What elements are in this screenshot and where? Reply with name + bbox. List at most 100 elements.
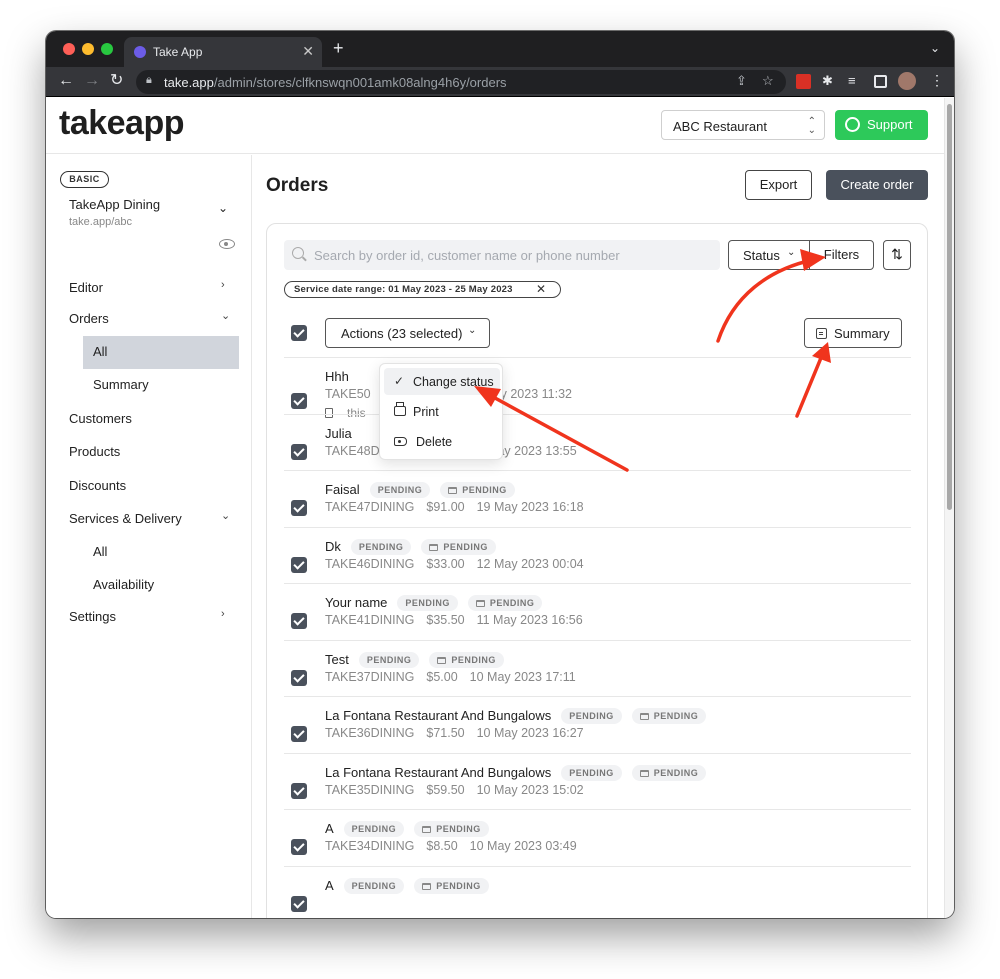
tab-favicon-icon <box>134 46 146 58</box>
order-row-header[interactable]: Faisal PENDING PENDING <box>325 482 515 498</box>
order-row-header[interactable]: Test PENDING PENDING <box>325 651 504 668</box>
store-select[interactable]: ABC Restaurant ⌃ ⌄ <box>661 110 825 140</box>
credit-card-icon <box>475 600 485 607</box>
print-menu-item[interactable]: Print <box>384 398 500 425</box>
url-text[interactable]: take.app/admin/stores/clfknswqn001amk08a… <box>164 75 507 90</box>
support-button[interactable]: Support <box>835 110 928 140</box>
search-box[interactable] <box>284 240 720 270</box>
payment-status-text: PENDING <box>653 767 699 778</box>
profile-avatar[interactable] <box>898 72 916 90</box>
order-checkbox[interactable] <box>291 726 307 742</box>
address-bar[interactable]: 🔒︎ take.app/admin/stores/clfknswqn001amk… <box>136 70 786 94</box>
customer-name[interactable]: La Fontana Restaurant And Bungalows <box>325 765 551 780</box>
sidebar-item-availability[interactable]: Availability <box>93 577 154 592</box>
order-meta: TAKE37DINING $5.00 10 May 2023 17:11 <box>325 670 588 684</box>
order-status-badge: PENDING <box>561 708 622 724</box>
customer-name[interactable]: Hhh <box>325 369 349 384</box>
reload-icon[interactable]: ↻ <box>110 72 123 90</box>
maximize-window-button[interactable] <box>101 43 113 55</box>
customer-name[interactable]: Test <box>325 652 349 667</box>
back-arrow-icon[interactable]: ← <box>58 72 74 90</box>
customer-name[interactable]: A <box>325 878 334 893</box>
bookmark-star-icon[interactable]: ☆ <box>762 73 774 89</box>
order-checkbox[interactable] <box>291 669 307 686</box>
minimize-window-button[interactable] <box>82 43 94 55</box>
actions-dropdown-button[interactable]: Actions (23 selected) ⌄ <box>325 318 490 348</box>
create-order-button[interactable]: Create order <box>826 170 928 200</box>
actions-label: Actions (23 selected) <box>341 326 463 341</box>
sidebar-item-products[interactable]: Products <box>69 444 120 459</box>
store-url[interactable]: take.app/abc <box>69 216 132 228</box>
close-window-button[interactable] <box>63 43 75 55</box>
takeapp-logo[interactable]: takeapp <box>59 104 185 143</box>
filters-button[interactable]: Filters <box>809 240 874 270</box>
sidebar-item-settings[interactable]: Settings <box>69 609 116 624</box>
sidebar-item-services[interactable]: Services & Delivery <box>69 511 182 526</box>
sidebar-item-services-all[interactable]: All <box>93 544 107 559</box>
search-input[interactable] <box>314 246 709 264</box>
order-checkbox[interactable] <box>291 443 307 460</box>
order-row-header[interactable]: Your name PENDING PENDING <box>325 595 543 611</box>
side-panel-icon[interactable] <box>874 75 887 88</box>
order-checkbox[interactable] <box>291 500 307 516</box>
app-header: takeapp ABC Restaurant ⌃ ⌄ Support <box>46 98 944 154</box>
preview-eye-icon[interactable] <box>219 239 235 249</box>
sort-icon[interactable]: ⇅ <box>883 240 911 270</box>
select-all-checkbox[interactable] <box>291 325 307 341</box>
puzzle-extensions-icon[interactable]: ✱ <box>822 73 837 88</box>
browser-tab-bar: Take App ✕ + ⌄ <box>46 31 954 67</box>
order-row-header[interactable]: La Fontana Restaurant And Bungalows PENDI… <box>325 708 707 724</box>
order-row-header[interactable]: La Fontana Restaurant And Bungalows PENDI… <box>325 764 707 781</box>
order-checkbox[interactable] <box>291 393 307 409</box>
check-icon: ✓ <box>394 374 405 388</box>
sidebar-item-orders-all[interactable]: All <box>93 344 107 359</box>
status-filter-button[interactable]: Status ⌄ <box>728 240 810 270</box>
payment-status-badge: PENDING <box>421 538 496 555</box>
store-name[interactable]: TakeApp Dining <box>69 197 160 212</box>
customer-name[interactable]: Julia <box>325 426 352 441</box>
order-row-header[interactable]: Dk PENDING PENDING <box>325 538 496 555</box>
scrollbar-thumb[interactable] <box>947 104 952 510</box>
payment-status-text: PENDING <box>443 541 488 552</box>
customer-name[interactable]: Faisal <box>325 482 360 497</box>
customer-name[interactable]: La Fontana Restaurant And Bungalows <box>325 708 551 723</box>
order-checkbox[interactable] <box>291 613 307 629</box>
page-scrollbar[interactable] <box>944 98 954 918</box>
order-checkbox[interactable] <box>291 782 307 799</box>
browser-window: Take App ✕ + ⌄ ← → ↻ 🔒︎ take.app/admin/s… <box>46 31 954 918</box>
export-button[interactable]: Export <box>745 170 812 200</box>
order-row-header[interactable]: A PENDING PENDING <box>325 821 489 837</box>
forward-arrow-icon[interactable]: → <box>84 72 100 90</box>
sidebar-item-orders[interactable]: Orders <box>69 311 109 326</box>
tab-list-chevron-icon[interactable]: ⌄ <box>930 41 940 55</box>
extension-icon[interactable] <box>796 74 811 89</box>
share-icon[interactable]: ⇪ <box>736 73 747 89</box>
order-row-header[interactable]: Hhh <box>325 369 349 384</box>
order-total: $35.50 <box>426 613 465 627</box>
order-row-header[interactable]: A PENDING PENDING <box>325 877 489 894</box>
browser-menu-icon[interactable]: ⋮ <box>930 72 945 88</box>
order-row-header[interactable]: Julia <box>325 426 352 441</box>
media-control-icon[interactable]: ≡ <box>848 73 863 88</box>
order-checkbox[interactable] <box>291 895 307 912</box>
order-checkbox[interactable] <box>291 839 307 855</box>
order-total: $91.00 <box>426 500 465 514</box>
customer-name[interactable]: Your name <box>325 595 387 610</box>
sidebar-item-customers[interactable]: Customers <box>69 411 132 426</box>
customer-name[interactable]: A <box>325 821 334 836</box>
tab-close-icon[interactable]: ✕ <box>302 43 314 60</box>
order-total: $59.50 <box>426 782 465 797</box>
sidebar-item-editor[interactable]: Editor <box>69 280 103 295</box>
summary-button[interactable]: Summary <box>804 318 902 348</box>
change-status-menu-item[interactable]: ✓ Change status <box>384 368 500 395</box>
new-tab-button[interactable]: + <box>333 39 344 57</box>
sidebar-item-orders-summary[interactable]: Summary <box>93 377 149 392</box>
store-switch-chevron-icon[interactable]: ⌄ <box>218 201 228 215</box>
order-checkbox[interactable] <box>291 556 307 573</box>
customer-name[interactable]: Dk <box>325 539 341 554</box>
date-range-label: Service date range: 01 May 2023 - 25 May… <box>294 284 513 295</box>
browser-tab[interactable]: Take App ✕ <box>124 37 322 67</box>
sidebar-item-discounts[interactable]: Discounts <box>69 478 126 493</box>
clear-date-icon[interactable]: ✕ <box>536 282 546 296</box>
delete-menu-item[interactable]: Delete <box>384 428 500 455</box>
